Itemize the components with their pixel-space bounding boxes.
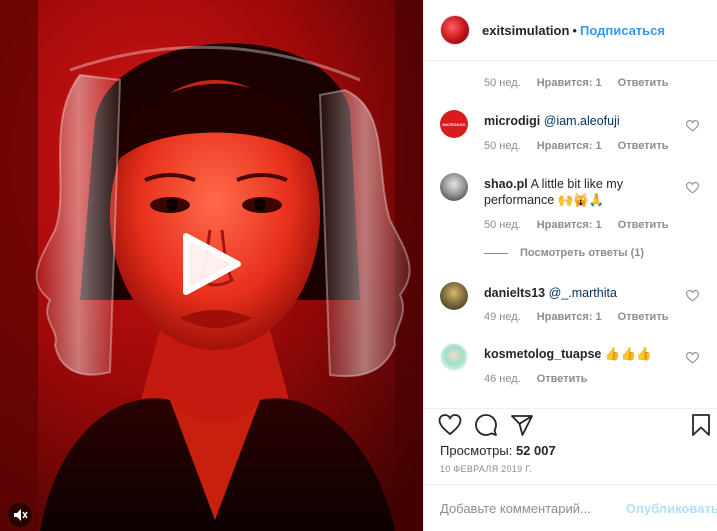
comment-meta: 50 нед. Нравится: 1 Ответить <box>484 140 684 152</box>
commenter-username[interactable]: danielts13 <box>484 286 545 300</box>
reply-button[interactable]: Ответить <box>618 311 669 323</box>
action-bar: Просмотры: 52 007 10 ФЕВРАЛЯ 2019 Г. <box>424 408 717 480</box>
reply-button[interactable]: Ответить <box>618 219 669 231</box>
comment-likes[interactable]: Нравится: 1 <box>537 311 602 323</box>
add-comment-bar: Опубликовать <box>424 484 717 531</box>
comment-meta: 49 нед. Нравится: 1 Ответить <box>484 311 684 323</box>
reply-button[interactable]: Ответить <box>618 140 669 152</box>
header-separator: • <box>572 22 577 38</box>
post-header: exitsimulation • Подписаться <box>424 0 717 61</box>
comment-like-icon[interactable] <box>686 120 699 132</box>
heart-icon[interactable] <box>438 413 462 437</box>
views-value: 52 007 <box>515 443 556 458</box>
commenter-avatar[interactable] <box>440 173 468 201</box>
comments-list[interactable]: 50 нед. Нравится: 1 Ответить MICRODIGI m… <box>424 61 717 408</box>
comment-meta: 46 нед. Ответить <box>484 373 604 385</box>
commenter-avatar[interactable] <box>440 282 468 310</box>
bookmark-icon[interactable] <box>689 413 713 437</box>
play-icon[interactable] <box>180 232 242 296</box>
post-date[interactable]: 10 ФЕВРАЛЯ 2019 Г. <box>440 464 532 474</box>
replies-divider <box>484 252 508 254</box>
comment-age: 46 нед. <box>484 373 521 385</box>
speaker-icon[interactable] <box>8 503 32 527</box>
comment-like-icon[interactable] <box>686 290 699 302</box>
publish-button[interactable]: Опубликовать <box>626 501 717 516</box>
comment-likes[interactable]: Нравится: 1 <box>537 77 602 89</box>
commenter-avatar[interactable] <box>440 343 468 371</box>
comment-age: 49 нед. <box>484 311 521 323</box>
comment-text: kosmetolog_tuapse 👍👍👍 <box>484 346 684 362</box>
comment-text: microdigi @iam.aleofuji <box>484 113 684 129</box>
comment-mention[interactable]: @iam.aleofuji <box>544 114 620 128</box>
author-avatar[interactable] <box>440 15 470 45</box>
post-panel: exitsimulation • Подписаться 50 нед. Нра… <box>423 0 717 531</box>
comment-age: 50 нед. <box>484 140 521 152</box>
comment-likes[interactable]: Нравится: 1 <box>537 219 602 231</box>
comment-icon[interactable] <box>474 413 498 437</box>
comment-meta: 50 нед. Нравится: 1 Ответить <box>484 77 684 89</box>
comment-text: shao.pl A little bit like my performance… <box>484 176 684 208</box>
comment-like-icon[interactable] <box>686 182 699 194</box>
send-icon[interactable] <box>510 413 534 437</box>
views-count: Просмотры: 52 007 <box>440 443 556 458</box>
comment-body: 👍👍👍 <box>604 347 652 361</box>
view-replies-label: Посмотреть ответы (1) <box>520 247 645 259</box>
author-username[interactable]: exitsimulation <box>482 23 569 38</box>
comment-likes[interactable]: Нравится: 1 <box>537 140 602 152</box>
comment-mention[interactable]: @_.marthita <box>549 286 617 300</box>
comment-text: danielts13 @_.marthita <box>484 285 684 301</box>
comment-age: 50 нед. <box>484 219 521 231</box>
view-replies-button[interactable]: Посмотреть ответы (1) <box>484 247 644 259</box>
commenter-username[interactable]: kosmetolog_tuapse <box>484 347 601 361</box>
comment-meta: 50 нед. Нравится: 1 Ответить <box>484 219 684 231</box>
follow-button[interactable]: Подписаться <box>580 23 665 38</box>
avatar-logo-text: MICRODIGI <box>442 121 466 127</box>
commenter-username[interactable]: microdigi <box>484 114 540 128</box>
views-label: Просмотры: <box>440 443 513 458</box>
comment-like-icon[interactable] <box>686 352 699 364</box>
comment-age: 50 нед. <box>484 77 521 89</box>
reply-button[interactable]: Ответить <box>618 77 669 89</box>
reply-button[interactable]: Ответить <box>537 373 588 385</box>
comment-input[interactable] <box>440 500 616 516</box>
post-video[interactable] <box>0 0 423 531</box>
commenter-username[interactable]: shao.pl <box>484 177 528 191</box>
commenter-avatar[interactable]: MICRODIGI <box>440 110 468 138</box>
